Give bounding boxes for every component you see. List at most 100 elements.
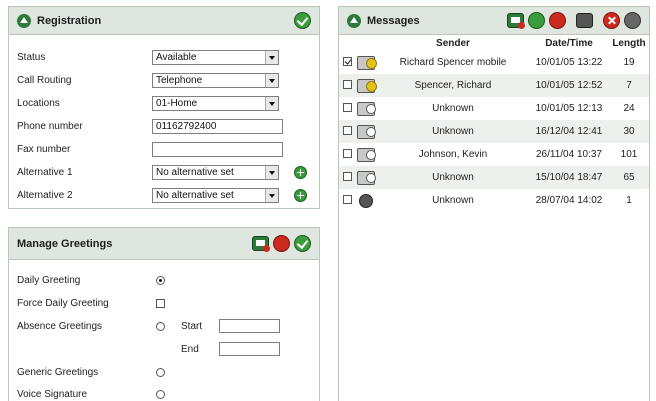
force-daily-greeting-label: Force Daily Greeting bbox=[17, 298, 109, 309]
sender-cell[interactable]: Unknown bbox=[377, 166, 529, 189]
sender-column-header[interactable]: Sender bbox=[377, 36, 529, 51]
type-cell bbox=[355, 74, 377, 97]
chevron-down-icon bbox=[265, 96, 278, 110]
message-row[interactable]: Spencer, Richard 10/01/05 12:52 7 bbox=[339, 74, 649, 97]
datetime-cell[interactable]: 10/01/05 13:22 bbox=[529, 51, 609, 74]
length-cell[interactable]: 19 bbox=[609, 51, 649, 74]
registration-header: Registration bbox=[9, 7, 319, 35]
greetings-header: Manage Greetings bbox=[9, 228, 319, 260]
voice-signature-radio[interactable] bbox=[156, 390, 165, 399]
locations-label: Locations bbox=[17, 97, 60, 109]
length-cell[interactable]: 101 bbox=[609, 143, 649, 166]
type-cell bbox=[355, 51, 377, 74]
datetime-cell[interactable]: 28/07/04 14:02 bbox=[529, 189, 609, 212]
fax-number-input[interactable] bbox=[152, 141, 283, 157]
select-cell bbox=[339, 51, 355, 74]
forward-email-icon[interactable] bbox=[507, 13, 525, 29]
end-date-input[interactable] bbox=[219, 342, 280, 356]
archive-icon[interactable] bbox=[576, 13, 593, 28]
absence-greetings-radio[interactable] bbox=[156, 322, 165, 331]
length-cell[interactable]: 30 bbox=[609, 120, 649, 143]
message-select-checkbox[interactable] bbox=[342, 79, 352, 89]
add-alternative-1-button[interactable] bbox=[294, 165, 307, 179]
datetime-cell[interactable]: 10/01/05 12:52 bbox=[529, 74, 609, 97]
chevron-down-icon bbox=[265, 188, 278, 202]
message-row[interactable]: Unknown 16/12/04 12:41 30 bbox=[339, 120, 649, 143]
alternative-1-value: No alternative set bbox=[156, 166, 234, 178]
voicemail-old-icon[interactable] bbox=[357, 170, 376, 185]
trash-icon[interactable] bbox=[624, 12, 641, 29]
message-select-checkbox[interactable] bbox=[342, 171, 352, 181]
up-arrow-icon bbox=[347, 13, 361, 28]
alternative-2-label: Alternative 2 bbox=[17, 189, 73, 201]
alternative-2-value: No alternative set bbox=[156, 189, 234, 201]
chevron-down-icon bbox=[265, 50, 278, 64]
voicemail-old-icon[interactable] bbox=[357, 101, 376, 116]
type-cell bbox=[355, 120, 377, 143]
daily-greeting-radio[interactable] bbox=[156, 276, 165, 285]
generic-greetings-label: Generic Greetings bbox=[17, 367, 99, 378]
datetime-cell[interactable]: 26/11/04 10:37 bbox=[529, 143, 609, 166]
generic-greetings-radio[interactable] bbox=[156, 368, 165, 377]
message-select-checkbox[interactable] bbox=[342, 56, 352, 66]
play-message-button[interactable] bbox=[528, 12, 545, 29]
registration-panel: Registration Status Available Call Routi… bbox=[8, 6, 320, 209]
datetime-cell[interactable]: 15/10/04 18:47 bbox=[529, 166, 609, 189]
locations-value: 01-Home bbox=[156, 97, 198, 109]
length-cell[interactable]: 7 bbox=[609, 74, 649, 97]
check-icon bbox=[296, 13, 309, 27]
delete-button[interactable] bbox=[603, 12, 620, 29]
sender-cell[interactable]: Unknown bbox=[377, 189, 529, 212]
sender-cell[interactable]: Spencer, Richard bbox=[377, 74, 529, 97]
sender-cell[interactable]: Richard Spencer mobile bbox=[377, 51, 529, 74]
select-cell bbox=[339, 74, 355, 97]
length-cell[interactable]: 24 bbox=[609, 97, 649, 120]
email-greeting-icon[interactable] bbox=[252, 236, 270, 252]
sender-cell[interactable]: Unknown bbox=[377, 120, 529, 143]
voicemail-old-icon[interactable] bbox=[357, 147, 376, 162]
save-registration-button[interactable] bbox=[294, 12, 311, 29]
sender-cell[interactable]: Johnson, Kevin bbox=[377, 143, 529, 166]
alternative-2-select[interactable]: No alternative set bbox=[152, 187, 279, 203]
alternative-1-select[interactable]: No alternative set bbox=[152, 164, 279, 180]
message-select-checkbox[interactable] bbox=[342, 194, 352, 204]
type-column-header bbox=[355, 36, 377, 51]
datetime-cell[interactable]: 10/01/05 12:13 bbox=[529, 97, 609, 120]
select-cell bbox=[339, 97, 355, 120]
length-cell[interactable]: 65 bbox=[609, 166, 649, 189]
length-column-header[interactable]: Length bbox=[609, 36, 649, 51]
absence-greetings-label: Absence Greetings bbox=[17, 321, 103, 332]
datetime-column-header[interactable]: Date/Time bbox=[529, 36, 609, 51]
sender-cell[interactable]: Unknown bbox=[377, 97, 529, 120]
fax-icon[interactable] bbox=[359, 193, 373, 208]
message-select-checkbox[interactable] bbox=[342, 125, 352, 135]
message-row[interactable]: Unknown 15/10/04 18:47 65 bbox=[339, 166, 649, 189]
message-row[interactable]: Unknown 10/01/05 12:13 24 bbox=[339, 97, 649, 120]
select-column-header bbox=[339, 36, 355, 51]
alternative-1-label: Alternative 1 bbox=[17, 166, 73, 178]
voicemail-old-icon[interactable] bbox=[357, 124, 376, 139]
status-label: Status bbox=[17, 51, 46, 63]
phone-number-input[interactable]: 01162792400 bbox=[152, 118, 283, 134]
message-row[interactable]: Unknown 28/07/04 14:02 1 bbox=[339, 189, 649, 212]
locations-select[interactable]: 01-Home bbox=[152, 95, 279, 111]
voicemail-new-icon[interactable] bbox=[357, 78, 377, 93]
greetings-title: Manage Greetings bbox=[17, 237, 113, 250]
length-cell[interactable]: 1 bbox=[609, 189, 649, 212]
callback-button[interactable] bbox=[549, 12, 566, 29]
voicemail-new-icon[interactable] bbox=[357, 55, 377, 70]
force-daily-greeting-checkbox[interactable] bbox=[156, 299, 165, 308]
message-row[interactable]: Richard Spencer mobile 10/01/05 13:22 19 bbox=[339, 51, 649, 74]
select-cell bbox=[339, 143, 355, 166]
add-alternative-2-button[interactable] bbox=[294, 188, 307, 202]
start-date-input[interactable] bbox=[219, 319, 280, 333]
call-routing-select[interactable]: Telephone bbox=[152, 72, 279, 88]
status-select[interactable]: Available bbox=[152, 49, 279, 65]
datetime-cell[interactable]: 16/12/04 12:41 bbox=[529, 120, 609, 143]
record-button[interactable] bbox=[273, 235, 290, 252]
message-select-checkbox[interactable] bbox=[342, 148, 352, 158]
chevron-down-icon bbox=[265, 73, 278, 87]
message-row[interactable]: Johnson, Kevin 26/11/04 10:37 101 bbox=[339, 143, 649, 166]
save-greetings-button[interactable] bbox=[294, 235, 311, 252]
message-select-checkbox[interactable] bbox=[342, 102, 352, 112]
